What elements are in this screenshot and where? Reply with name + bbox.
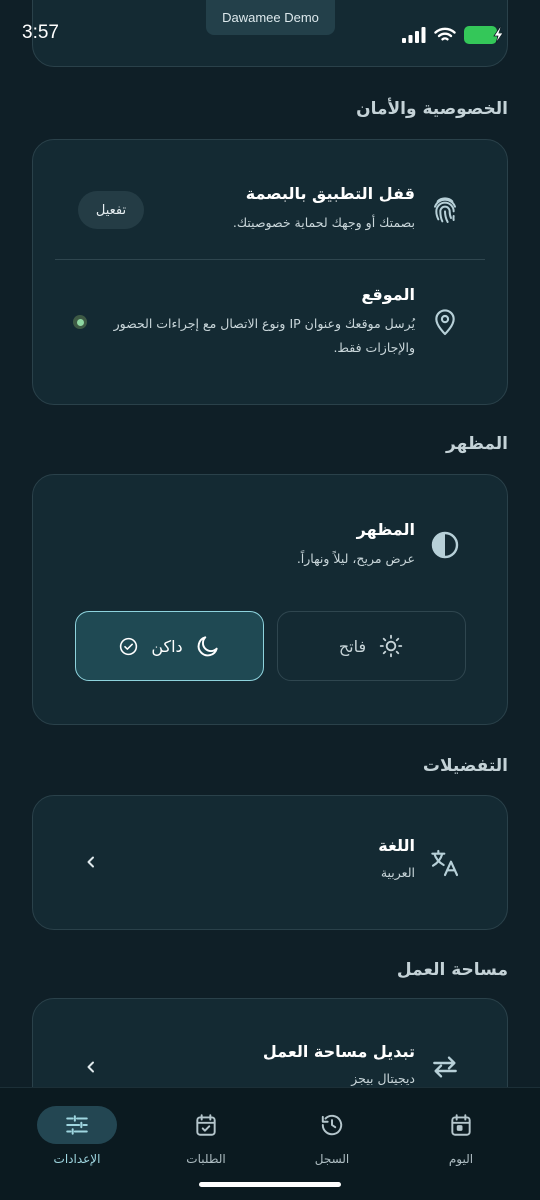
chevron-left-icon	[83, 854, 99, 870]
location-pin-icon	[429, 306, 461, 338]
check-circle-icon	[118, 636, 139, 657]
chevron-left-icon	[83, 1059, 99, 1075]
signal-icon	[402, 27, 426, 43]
sliders-icon	[64, 1112, 90, 1138]
workspace-switch-value: ديجيتال بيجز	[351, 1071, 415, 1086]
location-status-indicator	[73, 315, 87, 329]
calendar-check-icon	[193, 1112, 219, 1138]
status-bar: 3:57 Dawamee Demo	[0, 0, 540, 64]
home-indicator	[199, 1182, 341, 1187]
appearance-card: المظهر عرض مريح، ليلاً ونهاراً. فاتح داك…	[32, 474, 508, 725]
contrast-icon	[429, 529, 461, 561]
calendar-day-icon	[448, 1112, 474, 1138]
language-row[interactable]: اللغة العربية	[32, 795, 508, 930]
dark-theme-label: داكن	[151, 636, 183, 656]
wifi-icon	[434, 27, 456, 43]
light-theme-label: فاتح	[338, 636, 367, 656]
settings-content[interactable]: الخصوصية والأمان قفل التطبيق بالبصمة بصم…	[0, 0, 540, 1088]
demo-badge: Dawamee Demo	[206, 0, 335, 35]
nav-history-label: السجل	[314, 1152, 350, 1166]
status-icons	[402, 25, 506, 45]
appearance-subtitle: عرض مريح، ليلاً ونهاراً.	[296, 551, 415, 566]
workspace-switch-title: تبديل مساحة العمل	[262, 1042, 415, 1061]
location-subtitle-line1: يُرسل موقعك وعنوان IP ونوع الاتصال مع إج…	[113, 316, 415, 331]
preferences-section-title: التفضيلات	[422, 756, 508, 776]
privacy-card: قفل التطبيق بالبصمة بصمتك أو وجهك لحماية…	[32, 139, 508, 405]
translate-icon	[429, 847, 461, 879]
biometric-lock-subtitle: بصمتك أو وجهك لحماية خصوصيتك.	[232, 215, 415, 230]
history-icon	[319, 1112, 345, 1138]
nav-settings[interactable]: الإعدادات	[17, 1106, 137, 1176]
battery-charging-icon	[464, 26, 506, 44]
fingerprint-icon	[429, 194, 461, 226]
appearance-section-title: المظهر	[446, 434, 508, 454]
language-value: العربية	[380, 865, 415, 880]
location-subtitle-line2: والإجازات فقط.	[333, 340, 415, 355]
nav-history[interactable]: السجل	[272, 1106, 392, 1176]
privacy-section-title: الخصوصية والأمان	[356, 99, 508, 119]
nav-settings-label: الإعدادات	[53, 1152, 101, 1166]
appearance-title: المظهر	[356, 520, 415, 539]
language-title: اللغة	[378, 836, 415, 855]
light-theme-button[interactable]: فاتح	[277, 611, 466, 681]
divider	[55, 259, 485, 260]
status-time: 3:57	[22, 22, 59, 43]
nav-requests[interactable]: الطلبات	[146, 1106, 266, 1176]
moon-icon	[195, 633, 221, 659]
workspace-section-title: مساحة العمل	[396, 960, 508, 980]
nav-today[interactable]: اليوم	[401, 1106, 521, 1176]
nav-requests-label: الطلبات	[186, 1152, 226, 1166]
dark-theme-button[interactable]: داكن	[75, 611, 264, 681]
swap-arrows-icon	[429, 1051, 461, 1083]
enable-biometric-button[interactable]: تفعيل	[78, 191, 144, 229]
biometric-lock-title: قفل التطبيق بالبصمة	[245, 184, 415, 203]
sun-icon	[378, 633, 404, 659]
nav-today-label: اليوم	[448, 1152, 474, 1166]
workspace-switch-row[interactable]: تبديل مساحة العمل ديجيتال بيجز	[32, 998, 508, 1088]
location-title: الموقع	[361, 285, 415, 304]
